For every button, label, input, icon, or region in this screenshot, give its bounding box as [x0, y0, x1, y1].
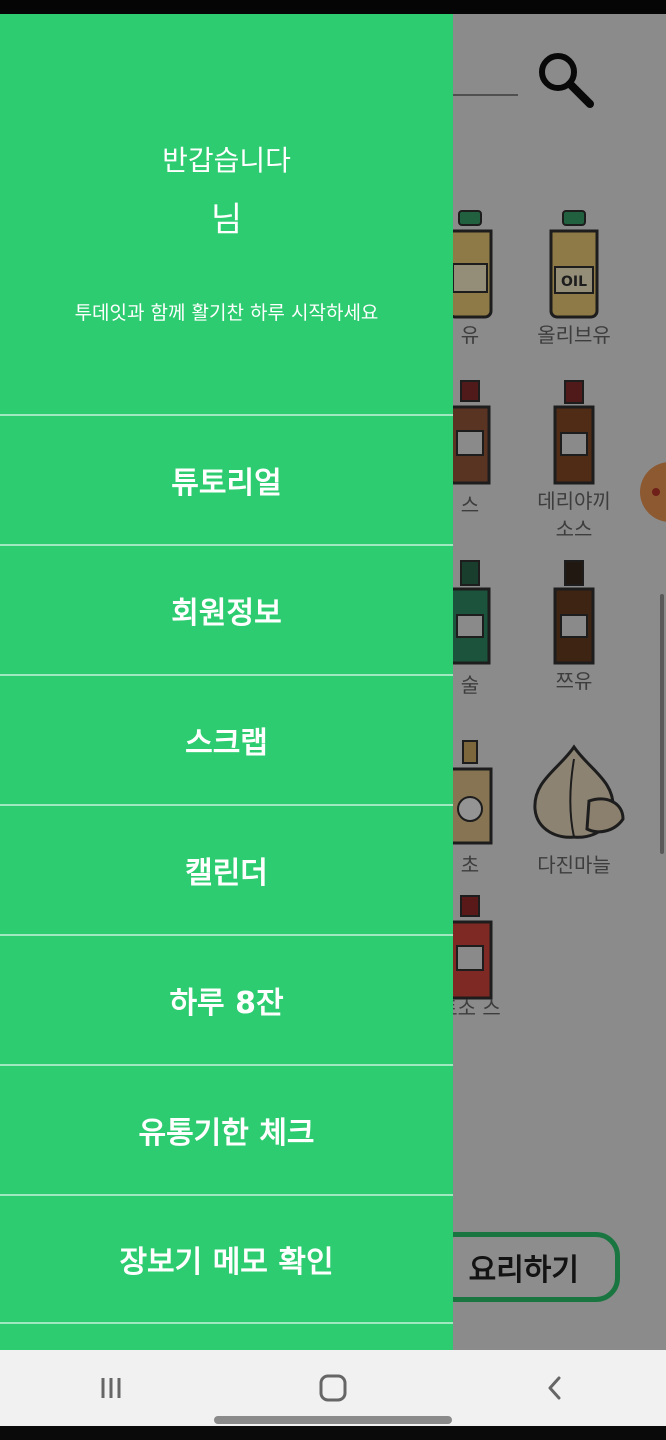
menu-item-eight-glasses[interactable]: 하루 8잔: [0, 934, 453, 1064]
menu-item-tutorial[interactable]: 튜토리얼: [0, 414, 453, 544]
bottom-strip: [0, 1426, 666, 1440]
home-button[interactable]: [303, 1358, 363, 1418]
recent-apps-icon: [101, 1378, 121, 1398]
gesture-handle[interactable]: [214, 1416, 452, 1424]
system-nav-bar: [0, 1350, 666, 1426]
menu-item-shopping-memo[interactable]: 장보기 메모 확인: [0, 1194, 453, 1324]
menu-item-scrap[interactable]: 스크랩: [0, 674, 453, 804]
recent-apps-button[interactable]: [81, 1358, 141, 1418]
menu-item-calendar[interactable]: 캘린더: [0, 804, 453, 934]
status-bar: [0, 0, 666, 14]
menu-item-member-info[interactable]: 회원정보: [0, 544, 453, 674]
back-icon: [548, 1376, 561, 1400]
back-button[interactable]: [525, 1358, 585, 1418]
greeting-title: 반갑습니다: [162, 144, 291, 177]
drawer-menu: 튜토리얼 회원정보 스크랩 캘린더 하루 8잔 유통기한 체크 장보기 메모 확…: [0, 414, 453, 1324]
menu-item-expiry-check[interactable]: 유통기한 체크: [0, 1064, 453, 1194]
greeting-name: 님: [210, 200, 243, 240]
home-icon: [319, 1374, 347, 1402]
navigation-drawer: 반갑습니다 님 투데잇과 함께 활기찬 하루 시작하세요 튜토리얼 회원정보 스…: [0, 14, 453, 1350]
greeting-message: 투데잇과 함께 활기찬 하루 시작하세요: [74, 302, 379, 324]
